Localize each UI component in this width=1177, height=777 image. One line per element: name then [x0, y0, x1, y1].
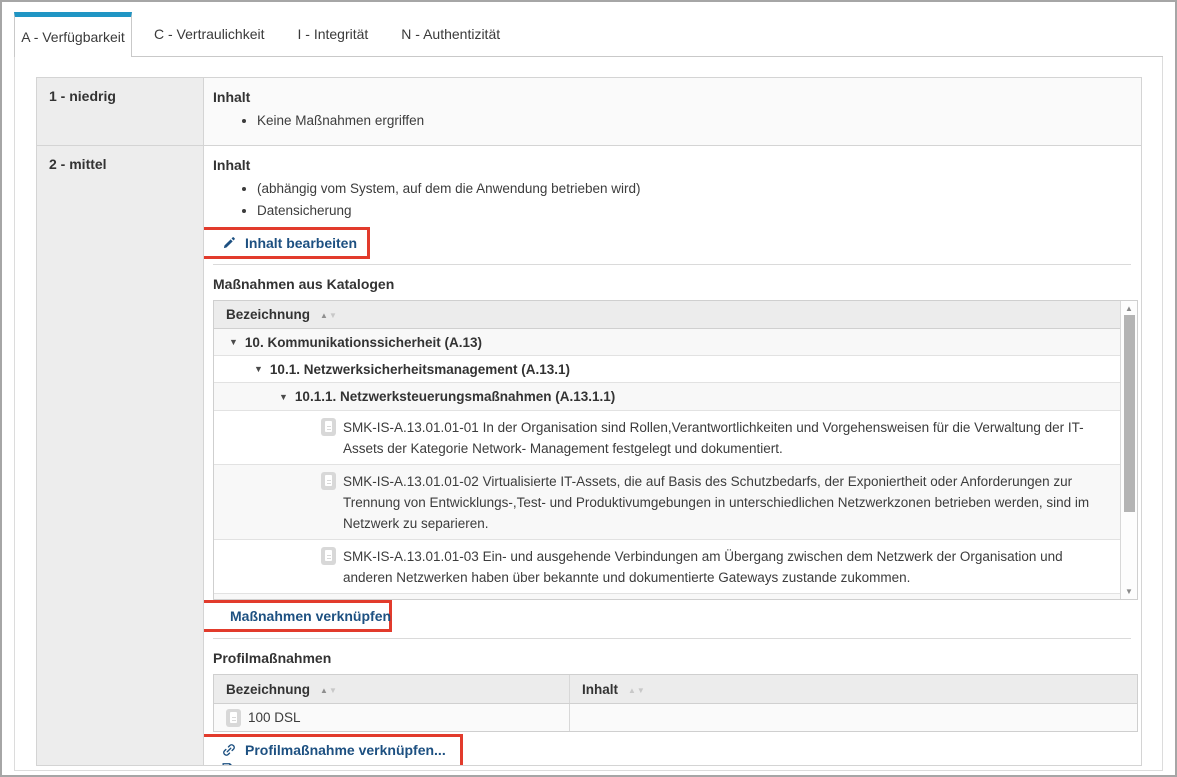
scrollbar-thumb[interactable]	[1124, 315, 1135, 512]
tab-label: N - Authentizität	[401, 26, 500, 42]
tab-authentizitaet[interactable]: N - Authentizität	[390, 12, 511, 56]
profil-table-header: Bezeichnung ▲▼ Inhalt ▲▼	[214, 675, 1137, 704]
level-row-mittel: 2 - mittel Inhalt (abhängig vom System, …	[37, 146, 1141, 766]
link-label: Profilmaßnahme anlegen...	[244, 762, 422, 766]
profil-inhalt-cell	[570, 704, 1137, 731]
level-content-mittel: Inhalt (abhängig vom System, auf dem die…	[204, 146, 1141, 766]
document-icon	[321, 418, 336, 436]
tab-label: A - Verfügbarkeit	[21, 29, 125, 45]
highlight-box-profil-links: Profilmaßnahme verknüpfen... Profilmaßna…	[204, 734, 463, 766]
sort-asc-icon: ▲	[320, 311, 329, 320]
inhalt-heading: Inhalt	[213, 157, 1131, 173]
tab-verfuegbarkeit[interactable]: A - Verfügbarkeit	[14, 12, 132, 57]
tree-label: 10.1.1. Netzwerksteuerungsmaßnahmen (A.1…	[295, 389, 615, 404]
link-label: Profilmaßnahme verknüpfen...	[245, 742, 446, 758]
katalog-heading: Maßnahmen aus Katalogen	[213, 276, 1131, 292]
sort-icons: ▲▼	[320, 682, 338, 697]
column-header-inhalt[interactable]: Inhalt ▲▼	[570, 675, 1137, 703]
collapse-caret-icon[interactable]: ▼	[279, 392, 288, 402]
column-header-bezeichnung[interactable]: Bezeichnung ▲▼	[214, 675, 570, 703]
collapse-caret-icon[interactable]: ▼	[254, 364, 263, 374]
scroll-up-icon[interactable]: ▲	[1121, 304, 1137, 313]
content-panel: 1 - niedrig Inhalt Keine Maßnahmen ergri…	[14, 57, 1163, 771]
app-window: A - Verfügbarkeit C - Vertraulichkeit I …	[0, 0, 1177, 777]
level-label-mittel: 2 - mittel	[37, 146, 204, 766]
section-divider	[213, 264, 1131, 265]
document-icon	[226, 709, 241, 727]
link-label: Maßnahmen verknüpfen	[230, 608, 391, 624]
profilmassnahme-anlegen-link[interactable]: Profilmaßnahme anlegen...	[222, 762, 446, 766]
massnahme-text: SMK-IS-A.13.01.01-03 Ein- und ausgehende…	[343, 546, 1105, 588]
tree-row-level3[interactable]: ▼ 10.1.1. Netzwerksteuerungsmaßnahmen (A…	[214, 383, 1137, 411]
pencil-icon	[222, 236, 236, 250]
document-icon	[321, 472, 336, 490]
massnahme-text: SMK-IS-A.13.01.01-02 Virtualisierte IT-A…	[343, 471, 1105, 534]
tree-label: 10.1. Netzwerksicherheitsmanagement (A.1…	[270, 362, 570, 377]
massnahmen-verknuepfen-link[interactable]: Maßnahmen verknüpfen	[221, 608, 377, 624]
section-divider	[213, 638, 1131, 639]
highlight-box-massnahmen-verknuepfen: Maßnahmen verknüpfen	[204, 600, 392, 632]
inhalt-bearbeiten-link[interactable]: Inhalt bearbeiten	[222, 235, 357, 251]
massnahme-row[interactable]: SMK-IS-A.13.01.01-02 Virtualisierte IT-A…	[214, 465, 1137, 540]
massnahme-row[interactable]: SMK-IS-A.13.01.01-04 Das Routing von Dat…	[214, 594, 1137, 600]
level-row-niedrig: 1 - niedrig Inhalt Keine Maßnahmen ergri…	[37, 78, 1141, 146]
profil-table: Bezeichnung ▲▼ Inhalt ▲▼ 100 DSL	[213, 674, 1138, 732]
highlight-box-inhalt-bearbeiten: Inhalt bearbeiten	[204, 227, 370, 259]
tree-label: 10. Kommunikationssicherheit (A.13)	[245, 335, 482, 350]
sort-desc-icon: ▼	[637, 685, 646, 694]
massnahme-row[interactable]: SMK-IS-A.13.01.01-01 In der Organisation…	[214, 411, 1137, 465]
levels-table: 1 - niedrig Inhalt Keine Maßnahmen ergri…	[36, 77, 1142, 766]
collapse-caret-icon[interactable]: ▼	[229, 337, 238, 347]
link-label: Inhalt bearbeiten	[245, 235, 357, 251]
document-icon	[321, 547, 336, 565]
profil-row[interactable]: 100 DSL	[214, 704, 1137, 731]
bullet-item: (abhängig vom System, auf dem die Anwend…	[257, 179, 1131, 198]
inhalt-heading: Inhalt	[213, 89, 1131, 105]
katalog-table-header: Bezeichnung ▲▼	[214, 301, 1137, 329]
level-content-niedrig: Inhalt Keine Maßnahmen ergriffen	[204, 78, 1141, 145]
sort-asc-icon: ▲	[628, 685, 637, 694]
massnahme-row[interactable]: SMK-IS-A.13.01.01-03 Ein- und ausgehende…	[214, 540, 1137, 594]
sort-desc-icon: ▼	[329, 311, 338, 320]
tab-label: I - Integrität	[297, 26, 368, 42]
profilmassnahme-verknuepfen-link[interactable]: Profilmaßnahme verknüpfen...	[222, 742, 446, 758]
sort-desc-icon: ▼	[329, 685, 338, 694]
tab-label: C - Vertraulichkeit	[154, 26, 264, 42]
level-label-niedrig: 1 - niedrig	[37, 78, 204, 145]
table-scrollbar[interactable]: ▲ ▼	[1120, 301, 1137, 599]
sort-icons: ▲▼	[628, 682, 646, 697]
tree-row-level1[interactable]: ▼ 10. Kommunikationssicherheit (A.13)	[214, 329, 1137, 356]
bullet-item: Datensicherung	[257, 201, 1131, 220]
chain-link-icon	[222, 743, 236, 757]
column-header-bezeichnung[interactable]: Bezeichnung	[226, 307, 310, 322]
sort-asc-icon: ▲	[320, 685, 329, 694]
column-label: Inhalt	[582, 682, 618, 697]
tree-row-level2[interactable]: ▼ 10.1. Netzwerksicherheitsmanagement (A…	[214, 356, 1137, 383]
profil-bezeichnung: 100 DSL	[248, 710, 301, 725]
new-document-icon	[222, 763, 235, 767]
column-label: Bezeichnung	[226, 682, 310, 697]
katalog-table: Bezeichnung ▲▼ ▼ 10. Kommunikationssiche…	[213, 300, 1138, 600]
tab-vertraulichkeit[interactable]: C - Vertraulichkeit	[143, 12, 275, 56]
scroll-down-icon[interactable]: ▼	[1121, 587, 1137, 596]
bullet-item: Keine Maßnahmen ergriffen	[257, 111, 1131, 130]
tab-integritaet[interactable]: I - Integrität	[286, 12, 379, 56]
profil-heading: Profilmaßnahmen	[213, 650, 1131, 666]
sort-icons[interactable]: ▲▼	[320, 307, 338, 322]
massnahme-text: SMK-IS-A.13.01.01-01 In der Organisation…	[343, 417, 1105, 459]
tab-bar: A - Verfügbarkeit C - Vertraulichkeit I …	[14, 12, 1163, 57]
